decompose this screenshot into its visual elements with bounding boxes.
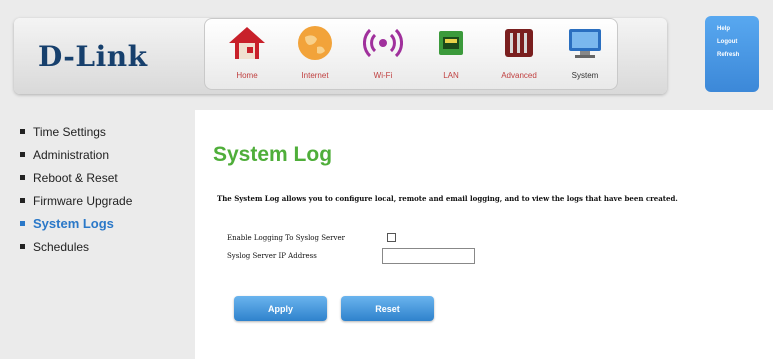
reset-button[interactable]: Reset xyxy=(341,296,434,321)
nav-label-home: Home xyxy=(236,71,258,80)
wifi-icon xyxy=(363,28,403,58)
nav-lan[interactable]: LAN xyxy=(421,23,481,87)
sidebar: Time Settings Administration Reboot & Re… xyxy=(20,120,132,258)
bullet-icon xyxy=(20,175,25,180)
page-description: The System Log allows you to configure l… xyxy=(217,194,678,203)
nav-label-system: System xyxy=(571,71,599,80)
globe-icon xyxy=(298,26,332,60)
nav-label-advanced: Advanced xyxy=(501,71,537,80)
sidebar-item-firmware-upgrade[interactable]: Firmware Upgrade xyxy=(20,189,132,212)
sidebar-item-label: Firmware Upgrade xyxy=(33,193,133,208)
sidebar-item-label: Reboot & Reset xyxy=(33,170,118,185)
help-link[interactable]: Help xyxy=(717,26,759,32)
apply-button[interactable]: Apply xyxy=(234,296,327,321)
bullet-icon xyxy=(20,244,25,249)
dlink-logo: D-Link xyxy=(38,40,148,73)
enable-logging-label: Enable Logging To Syslog Server xyxy=(227,234,345,242)
bullet-icon xyxy=(20,152,25,157)
help-panel: Help Logout Refresh xyxy=(705,16,759,92)
bullet-icon xyxy=(20,198,25,203)
nav-label-lan: LAN xyxy=(443,71,459,80)
sidebar-item-label: Time Settings xyxy=(33,124,106,139)
sidebar-item-label: Administration xyxy=(33,147,110,162)
bullet-icon xyxy=(20,221,25,226)
sidebar-item-system-logs[interactable]: System Logs xyxy=(20,212,132,235)
sidebar-item-administration[interactable]: Administration xyxy=(20,143,132,166)
top-nav: Home Internet Wi-Fi LAN Advanced System xyxy=(204,18,618,90)
sidebar-item-schedules[interactable]: Schedules xyxy=(20,235,132,258)
nav-label-wifi: Wi-Fi xyxy=(373,71,393,80)
sidebar-item-label: Schedules xyxy=(33,239,90,254)
sidebar-item-label: System Logs xyxy=(33,216,114,231)
enable-logging-checkbox[interactable] xyxy=(387,233,396,242)
nav-system[interactable]: System xyxy=(555,23,615,87)
nav-internet[interactable]: Internet xyxy=(285,23,345,87)
main-panel: System Log The System Log allows you to … xyxy=(195,110,773,359)
tools-icon xyxy=(505,29,533,57)
syslog-ip-input[interactable] xyxy=(382,248,475,264)
page-title: System Log xyxy=(213,143,333,166)
nav-wifi[interactable]: Wi-Fi xyxy=(353,23,413,87)
syslog-ip-label: Syslog Server IP Address xyxy=(227,252,317,260)
lan-port-icon xyxy=(439,31,463,55)
monitor-icon xyxy=(569,29,601,58)
sidebar-item-time-settings[interactable]: Time Settings xyxy=(20,120,132,143)
sidebar-item-reboot-reset[interactable]: Reboot & Reset xyxy=(20,166,132,189)
nav-advanced[interactable]: Advanced xyxy=(489,23,549,87)
logout-link[interactable]: Logout xyxy=(717,39,759,45)
bullet-icon xyxy=(20,129,25,134)
header-banner: D-Link Home Internet Wi-Fi LAN Advanced … xyxy=(14,18,667,94)
refresh-link[interactable]: Refresh xyxy=(717,52,759,58)
home-icon xyxy=(229,27,265,59)
nav-label-internet: Internet xyxy=(301,71,329,80)
nav-home[interactable]: Home xyxy=(217,23,277,87)
